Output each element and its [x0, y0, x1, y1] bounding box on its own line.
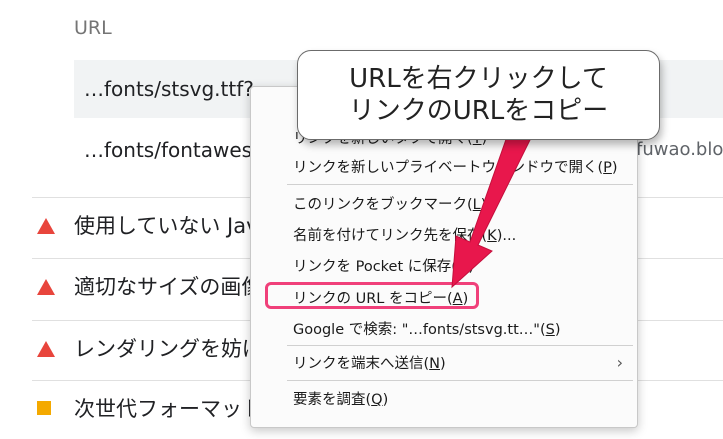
callout-line-1: URLを右クリックして: [349, 64, 608, 94]
callout-line-2: リンクのURLをコピー: [348, 96, 609, 126]
callout-bubble: URLを右クリックして リンクのURLをコピー: [297, 50, 660, 140]
